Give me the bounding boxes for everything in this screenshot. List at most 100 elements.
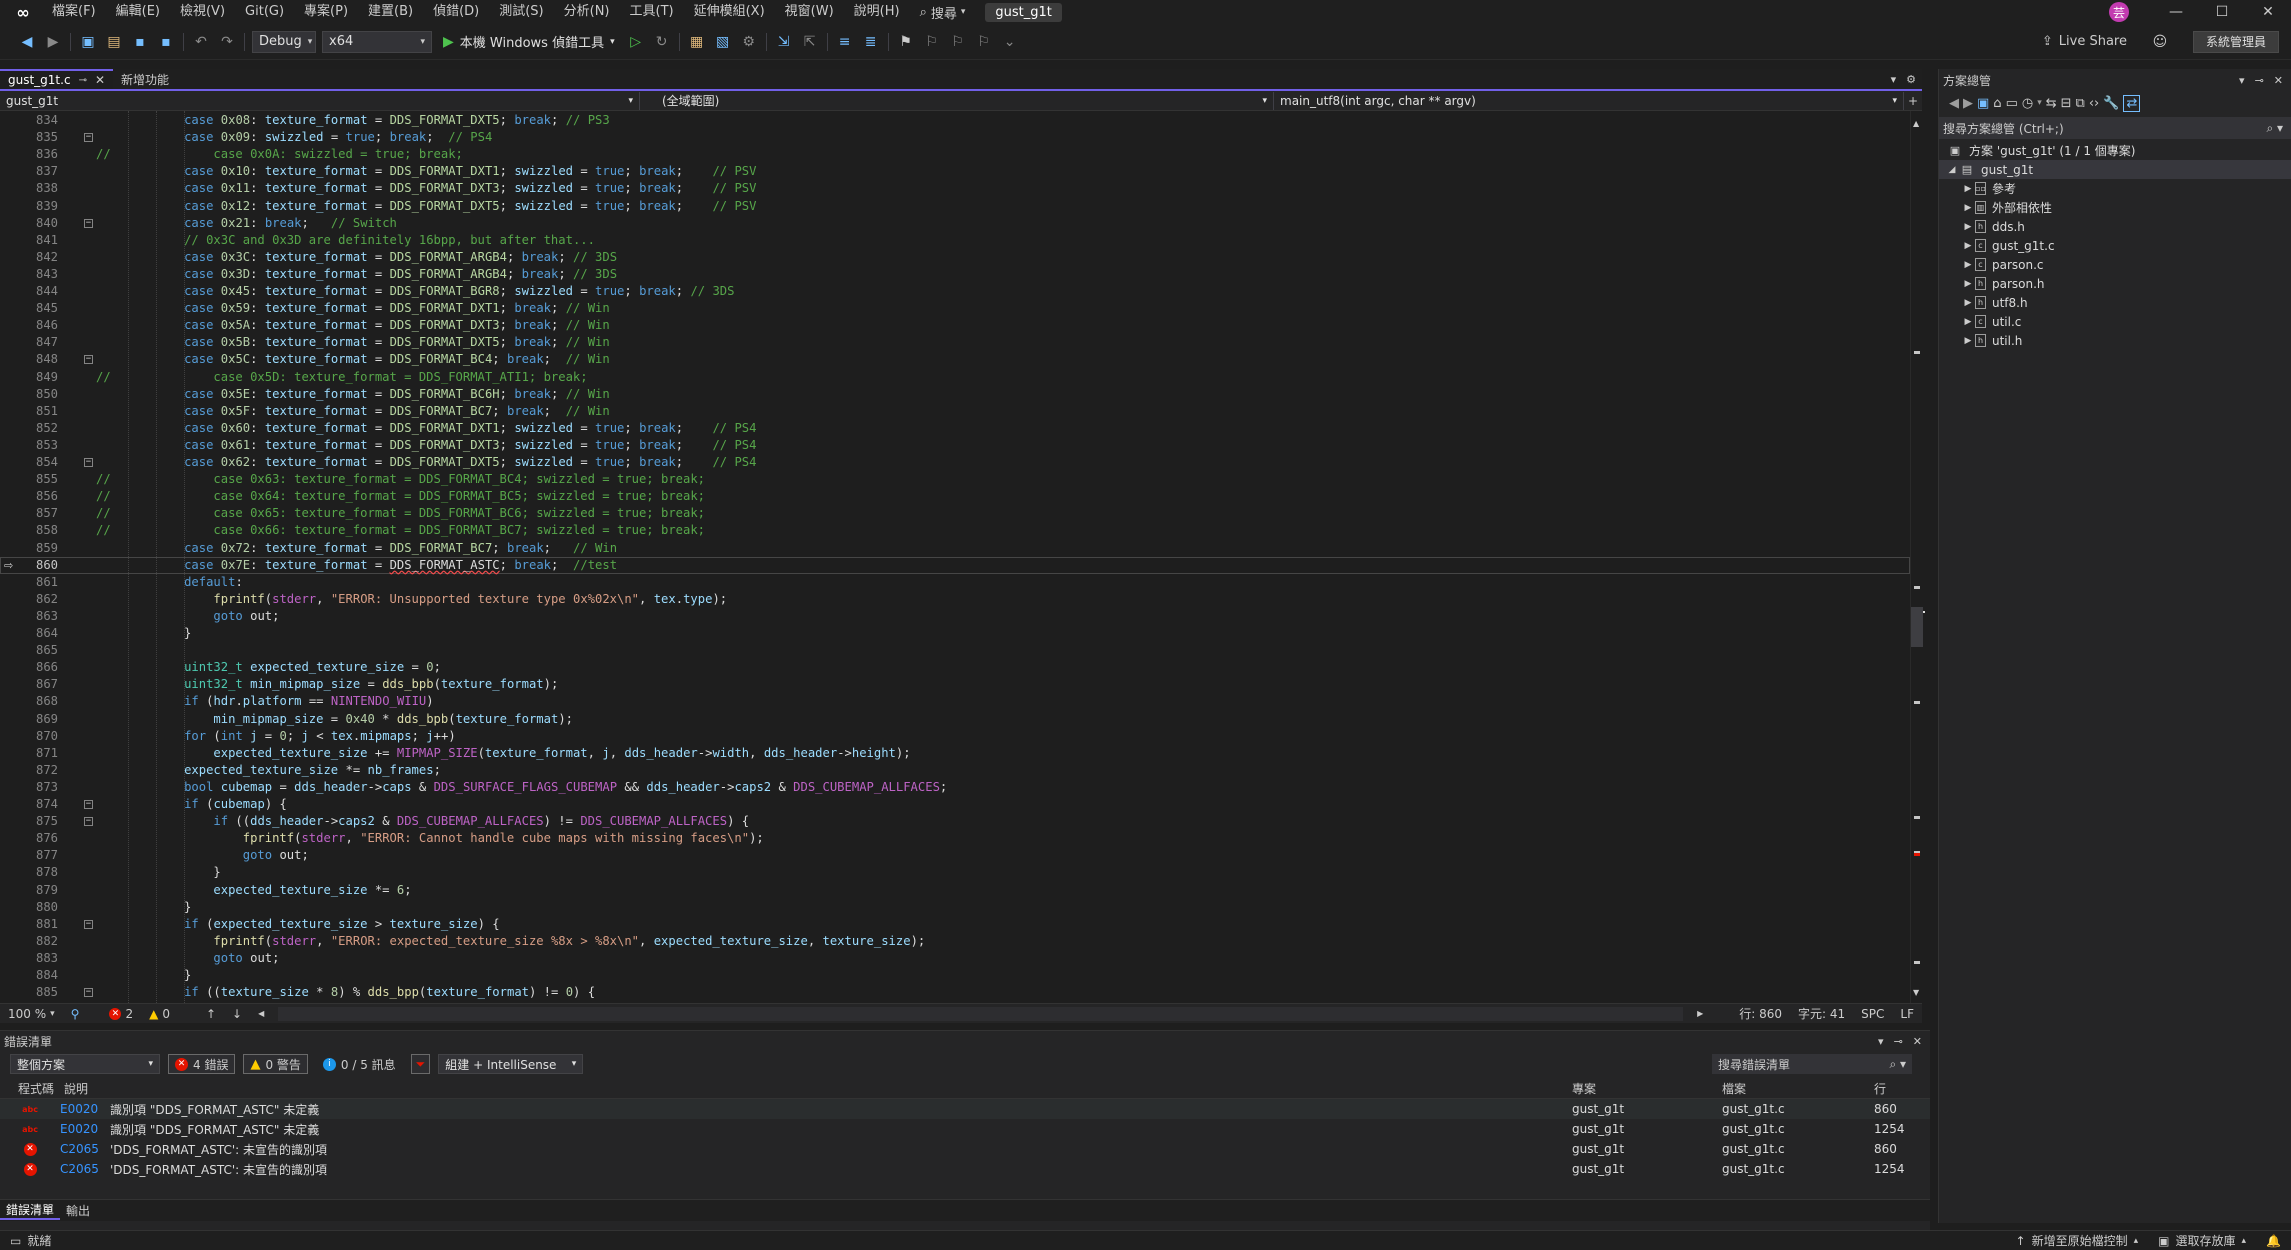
code-line[interactable]: 864 } [0, 625, 1910, 642]
browse-icon[interactable]: ▦ [684, 30, 710, 54]
code-editor[interactable]: 834 case 0x08: texture_format = DDS_FORM… [0, 111, 1910, 1003]
view-code-icon[interactable]: ‹› [2089, 96, 2099, 111]
code-line[interactable]: 836 // case 0x0A: swizzled = true; break; [0, 146, 1910, 163]
add-to-source-control-button[interactable]: ↑ 新增至原始檔控制 ▴ [2006, 1232, 2149, 1249]
code-line[interactable]: 862 fprintf(stderr, "ERROR: Unsupported … [0, 591, 1910, 608]
code-line[interactable]: 857 // case 0x65: texture_format = DDS_FO… [0, 505, 1910, 522]
hscroll-left-icon[interactable]: ◀ [250, 1009, 272, 1018]
minimize-icon[interactable]: — [2153, 0, 2199, 24]
sync-with-document-icon[interactable]: ⇆ [2046, 96, 2057, 111]
code-line[interactable]: 868 if (hdr.platform == NINTENDO_WIIU) [0, 693, 1910, 710]
navigate-back-icon[interactable]: ◀ [14, 30, 40, 54]
error-row[interactable]: ✕ C2065 'DDS_FORMAT_ASTC': 未宣告的識別項 gust_g1t… [0, 1159, 1930, 1179]
expanded-chevron-icon[interactable]: ◢ [1945, 165, 1959, 175]
code-line[interactable]: 876 fprintf(stderr, "ERROR: Cannot handl… [0, 830, 1910, 847]
forward-icon[interactable]: ▶ [1963, 96, 1973, 111]
open-file-icon[interactable]: ▤ [101, 30, 127, 54]
column-header-project[interactable]: 專案 [1572, 1080, 1722, 1097]
code-line[interactable]: 847 case 0x5B: texture_format = DDS_FORM… [0, 334, 1910, 351]
notifications-icon[interactable]: 🔔 [2256, 1232, 2291, 1249]
code-line[interactable]: 878 } [0, 864, 1910, 881]
navigate-forward-icon[interactable]: ▶ [40, 30, 66, 54]
preview-icon[interactable]: ⇄ [2123, 94, 2141, 112]
attach-icon[interactable]: ⚙ [736, 30, 762, 54]
tree-item[interactable]: ▶ c util.c [1939, 312, 2291, 331]
fold-collapse-icon[interactable]: − [84, 133, 93, 143]
code-line[interactable]: 877 goto out; [0, 847, 1910, 864]
error-row[interactable]: abc E0020 識別項 "DDS_FORMAT_ASTC" 未定義 gust_g1… [0, 1119, 1930, 1139]
prev-issue-icon[interactable]: ↑ [198, 1007, 224, 1021]
code-line[interactable]: 852 case 0x60: texture_format = DDS_FORM… [0, 420, 1910, 437]
error-code-link[interactable]: E0020 [60, 1122, 110, 1136]
tree-item[interactable]: ▶ h parson.h [1939, 274, 2291, 293]
error-search-input[interactable]: 搜尋錯誤清單 ⌕ ▾ [1712, 1054, 1912, 1074]
menu-item[interactable]: 檔案(F) [42, 0, 106, 24]
code-line[interactable]: 843 case 0x3D: texture_format = DDS_FORM… [0, 266, 1910, 283]
error-code-link[interactable]: C2065 [60, 1162, 110, 1176]
close-icon[interactable]: ✕ [1913, 1035, 1922, 1048]
tab-whats-new[interactable]: 新增功能 [113, 69, 177, 89]
code-line[interactable]: 858 // case 0x66: texture_format = DDS_FO… [0, 522, 1910, 539]
whitespace-indicator[interactable]: SPC [1853, 1007, 1892, 1021]
hscroll-right-icon[interactable]: ▶ [1689, 1009, 1711, 1018]
menu-item[interactable]: Git(G) [235, 0, 294, 24]
switch-views-icon[interactable]: ▭ [2006, 96, 2018, 111]
tab-output[interactable]: 輸出 [60, 1202, 96, 1219]
search-menu[interactable]: ⌕ 搜尋 ▾ [910, 3, 976, 22]
tab-error-list[interactable]: 錯誤清單 [0, 1201, 61, 1220]
menu-item[interactable]: 分析(N) [554, 0, 620, 24]
pin-icon[interactable]: ⊸ [79, 75, 87, 86]
member-dropdown[interactable]: main_utf8(int argc, char ** argv) ▾ [1274, 91, 1904, 110]
code-line[interactable]: 875 − if ((dds_header->caps2 & DDS_CUBEMA… [0, 813, 1910, 830]
collapsed-chevron-icon[interactable]: ▶ [1961, 222, 1975, 232]
code-line[interactable]: 867 uint32_t min_mipmap_size = dds_bpb(t… [0, 676, 1910, 693]
comment-out-icon[interactable]: ≡ [832, 30, 858, 54]
error-code-link[interactable]: E0020 [60, 1102, 110, 1116]
code-line[interactable]: 874 − if (cubemap) { [0, 796, 1910, 813]
column-header-description[interactable]: 說明 [60, 1080, 1572, 1097]
menu-item[interactable]: 延伸模組(X) [684, 0, 775, 24]
fold-collapse-icon[interactable]: − [84, 218, 93, 228]
tree-item[interactable]: ▶ ▫▫ 參考 [1939, 179, 2291, 198]
fold-collapse-icon[interactable]: − [84, 988, 93, 998]
tab-dropdown-icon[interactable]: ▾ [1891, 73, 1897, 86]
avatar[interactable]: 芸 [2109, 2, 2129, 22]
fold-collapse-icon[interactable]: − [84, 355, 93, 365]
menu-item[interactable]: 說明(H) [844, 0, 910, 24]
code-line[interactable]: 885 − if ((texture_size * 8) % dds_bpp(te… [0, 984, 1910, 1001]
tree-item[interactable]: ▶ h dds.h [1939, 217, 2291, 236]
collapsed-chevron-icon[interactable]: ▶ [1961, 317, 1975, 327]
error-row[interactable]: abc E0020 識別項 "DDS_FORMAT_ASTC" 未定義 gust_g1… [0, 1099, 1930, 1119]
collapsed-chevron-icon[interactable]: ▶ [1961, 241, 1975, 251]
redo-icon[interactable]: ↷ [214, 30, 240, 54]
project-dropdown[interactable]: gust_g1t ▾ [0, 91, 640, 110]
filter-icon[interactable]: ⏷ [410, 1054, 431, 1074]
menu-item[interactable]: 專案(P) [294, 0, 358, 24]
collapsed-chevron-icon[interactable]: ▶ [1961, 184, 1975, 194]
scroll-up-icon[interactable]: ▲ [1913, 119, 1919, 128]
code-line[interactable]: 881 − if (expected_texture_size > texture… [0, 916, 1910, 933]
visual-studio-logo-icon[interactable]: ∞ [10, 1, 36, 23]
live-share-button[interactable]: ⇪ Live Share [2042, 34, 2127, 49]
code-line[interactable]: 870 for (int j = 0; j < tex.mipmaps; j++… [0, 728, 1910, 745]
horizontal-scrollbar[interactable] [278, 1006, 1684, 1021]
save-icon[interactable]: ▪ [127, 30, 153, 54]
code-line[interactable]: 842 case 0x3C: texture_format = DDS_FORM… [0, 249, 1910, 266]
start-debugging-button[interactable]: ▶ 本機 Windows 偵錯工具 ▾ [435, 32, 623, 52]
scope-select[interactable]: 整個方案 ▾ [10, 1054, 160, 1074]
code-line[interactable]: 880 } [0, 899, 1910, 916]
code-line[interactable]: 865 [0, 642, 1910, 659]
start-without-debugging-icon[interactable]: ▷ [623, 30, 649, 54]
properties-icon[interactable]: 🔧 [2103, 96, 2119, 111]
collapsed-chevron-icon[interactable]: ▶ [1961, 279, 1975, 289]
tree-item[interactable]: ▶ c gust_g1t.c [1939, 236, 2291, 255]
line-ending-indicator[interactable]: LF [1892, 1007, 1922, 1021]
chevron-down-icon[interactable]: ▾ [2037, 98, 2042, 108]
code-line[interactable]: 884 } [0, 967, 1910, 984]
scope-dropdown[interactable]: (全域範圍) ▾ [640, 91, 1274, 110]
code-line[interactable]: 871 expected_texture_size += MIPMAP_SIZE… [0, 745, 1910, 762]
fold-collapse-icon[interactable]: − [84, 458, 93, 467]
code-line[interactable]: 840 − case 0x21: break; // Switch [0, 215, 1910, 232]
bookmark-icon[interactable]: ⚑ [893, 30, 919, 54]
code-line[interactable]: 834 case 0x08: texture_format = DDS_FORM… [0, 112, 1910, 129]
